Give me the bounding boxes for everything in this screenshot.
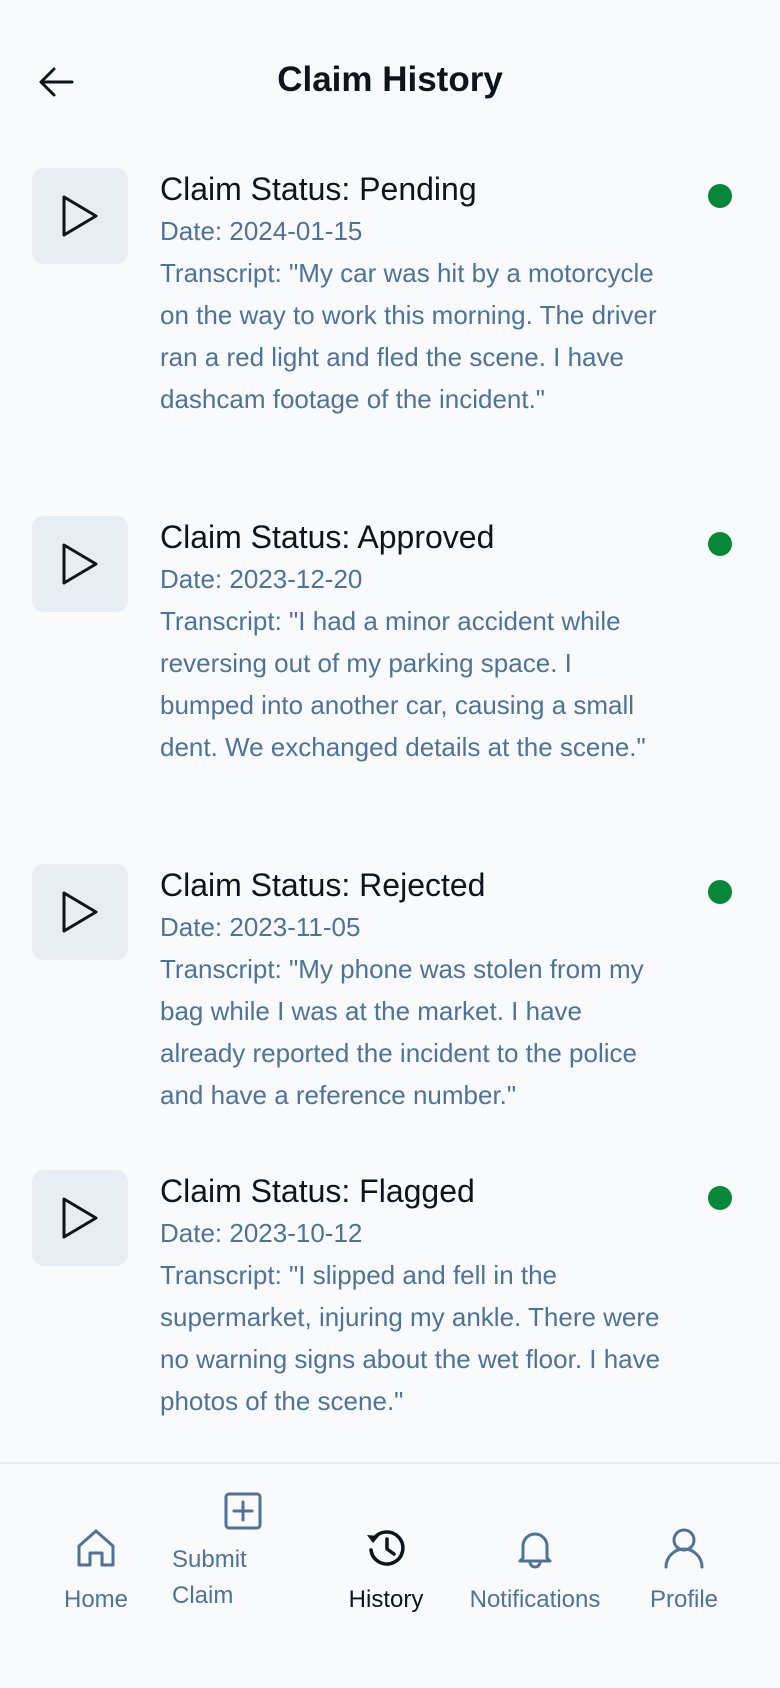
plus-square-icon [224, 1492, 262, 1530]
home-icon [77, 1529, 115, 1567]
claim-transcript: Transcript: "I had a minor accident whil… [160, 606, 646, 762]
status-indicator-dot [708, 1186, 732, 1210]
nav-item-profile[interactable]: Profile [634, 1526, 734, 1618]
claim-status: Claim Status: Flagged [160, 1173, 475, 1209]
status-indicator-dot [708, 184, 732, 208]
play-button[interactable] [32, 1170, 128, 1266]
claim-transcript: Transcript: "I slipped and fell in the s… [160, 1260, 661, 1416]
claim-list: Claim Status: Pending Date: 2024-01-15 T… [0, 160, 780, 1452]
claim-details: Claim Status: Rejected Date: 2023-11-05 … [160, 856, 665, 1116]
history-icon [367, 1530, 405, 1566]
claim-item[interactable]: Claim Status: Approved Date: 2023-12-20 … [0, 508, 780, 856]
claim-transcript: Transcript: "My phone was stolen from my… [160, 954, 644, 1110]
header: Claim History [0, 0, 780, 160]
claim-details: Claim Status: Flagged Date: 2023-10-12 T… [160, 1162, 665, 1422]
claim-date: Date: 2023-10-12 [160, 1218, 363, 1248]
status-indicator-dot [708, 532, 732, 556]
nav-label-submit-line1: Submit [172, 1546, 247, 1573]
claim-date: Date: 2023-11-05 [160, 912, 361, 942]
user-icon [664, 1528, 704, 1569]
page-title: Claim History [277, 60, 503, 99]
claim-status: Claim Status: Pending [160, 171, 477, 207]
bottom-navigation: Home Submit Claim History Notifications [0, 1462, 780, 1688]
claim-transcript: Transcript: "My car was hit by a motorcy… [160, 258, 657, 414]
nav-item-submit-claim[interactable]: Submit Claim [172, 1490, 302, 1614]
claim-item[interactable]: Claim Status: Pending Date: 2024-01-15 T… [0, 160, 780, 508]
play-button[interactable] [32, 168, 128, 264]
nav-label-submit-line2: Claim [172, 1582, 234, 1609]
nav-item-notifications[interactable]: Notifications [462, 1526, 608, 1618]
claim-details: Claim Status: Approved Date: 2023-12-20 … [160, 508, 665, 768]
nav-label-history: History [348, 1586, 424, 1613]
claim-status: Claim Status: Approved [160, 519, 495, 555]
claim-date: Date: 2023-12-20 [160, 564, 363, 594]
status-indicator-dot [708, 880, 732, 904]
bell-icon [518, 1532, 552, 1569]
nav-label-notifications: Notifications [469, 1586, 601, 1613]
nav-item-history[interactable]: History [336, 1526, 436, 1618]
claim-date: Date: 2024-01-15 [160, 216, 363, 246]
play-button[interactable] [32, 516, 128, 612]
play-icon [62, 891, 98, 933]
claim-details: Claim Status: Pending Date: 2024-01-15 T… [160, 160, 665, 420]
claim-item[interactable]: Claim Status: Rejected Date: 2023-11-05 … [0, 856, 780, 1162]
play-icon [62, 1197, 98, 1239]
nav-label-profile: Profile [649, 1586, 719, 1613]
claim-status: Claim Status: Rejected [160, 867, 486, 903]
claim-item[interactable]: Claim Status: Flagged Date: 2023-10-12 T… [0, 1162, 780, 1452]
nav-label-home: Home [63, 1586, 129, 1613]
nav-item-home[interactable]: Home [46, 1526, 146, 1618]
play-icon [62, 195, 98, 237]
play-icon [62, 543, 98, 585]
play-button[interactable] [32, 864, 128, 960]
